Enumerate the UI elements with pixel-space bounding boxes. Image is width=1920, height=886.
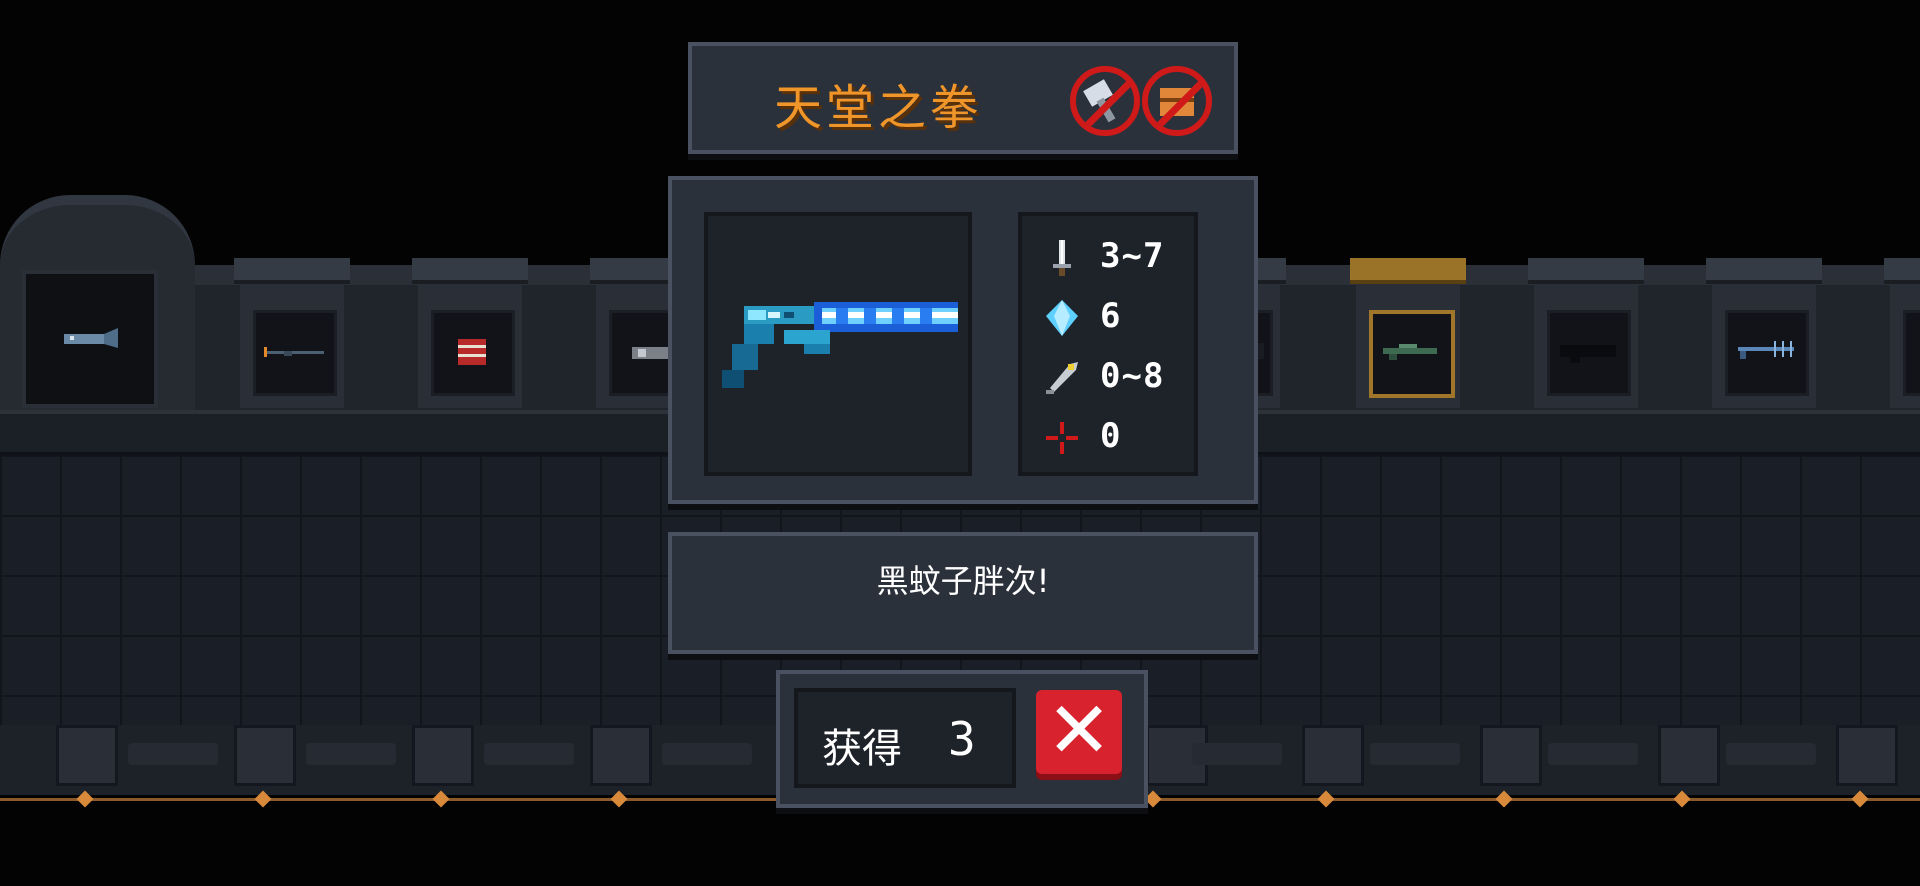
weapon-preview xyxy=(704,212,972,476)
no-chest-icon xyxy=(1142,66,1212,136)
weapon-slot-dynamite xyxy=(412,258,528,408)
weapon-slot-rod xyxy=(234,258,350,408)
obtain-label: 获得 xyxy=(822,726,902,772)
stat-critical: 0~8 xyxy=(1042,352,1192,402)
obtain-count-box: 获得 3 xyxy=(794,688,1016,788)
critical-feather-icon xyxy=(1046,362,1078,394)
dynamite-weapon-icon xyxy=(458,339,486,365)
trident-gun-icon xyxy=(1738,341,1794,359)
obtain-panel: 获得 3 ✕ xyxy=(776,670,1148,808)
damage-sword-icon xyxy=(1053,240,1071,276)
arch-display-case xyxy=(22,270,158,408)
obtain-count: 3 xyxy=(948,712,976,766)
fish-weapon-icon xyxy=(64,328,118,348)
weapon-slot-dark-cannon xyxy=(1528,258,1644,408)
close-button[interactable]: ✕ xyxy=(1036,686,1122,776)
green-rifle-icon xyxy=(1383,344,1437,360)
weapon-slot-edge xyxy=(1884,258,1920,408)
no-hammer-icon xyxy=(1070,66,1140,136)
weapon-name: 天堂之拳 xyxy=(774,80,983,136)
accuracy-crosshair-icon xyxy=(1046,422,1078,454)
stat-damage: 3~7 xyxy=(1042,232,1192,282)
blue-laser-gun-icon xyxy=(722,302,958,388)
weapon-slot-green-rifle xyxy=(1350,258,1466,408)
weapon-stats-panel: 3~7 6 0~8 0 xyxy=(668,176,1258,504)
weapon-description-panel: 黑蚊子胖次! xyxy=(668,532,1258,654)
weapon-description: 黑蚊子胖次! xyxy=(876,562,1050,600)
dark-cannon-icon xyxy=(1560,345,1616,363)
gray-gun-icon xyxy=(632,347,668,359)
rod-weapon-icon xyxy=(264,347,324,357)
energy-crystal-icon xyxy=(1046,300,1078,336)
weapon-title-panel: 天堂之拳 xyxy=(688,42,1238,154)
weapon-slot-trident-gun xyxy=(1706,258,1822,408)
close-x-icon: ✕ xyxy=(1046,686,1112,776)
stat-energy: 6 xyxy=(1042,292,1192,342)
stat-list: 3~7 6 0~8 0 xyxy=(1018,212,1198,476)
stat-accuracy: 0 xyxy=(1042,412,1192,462)
